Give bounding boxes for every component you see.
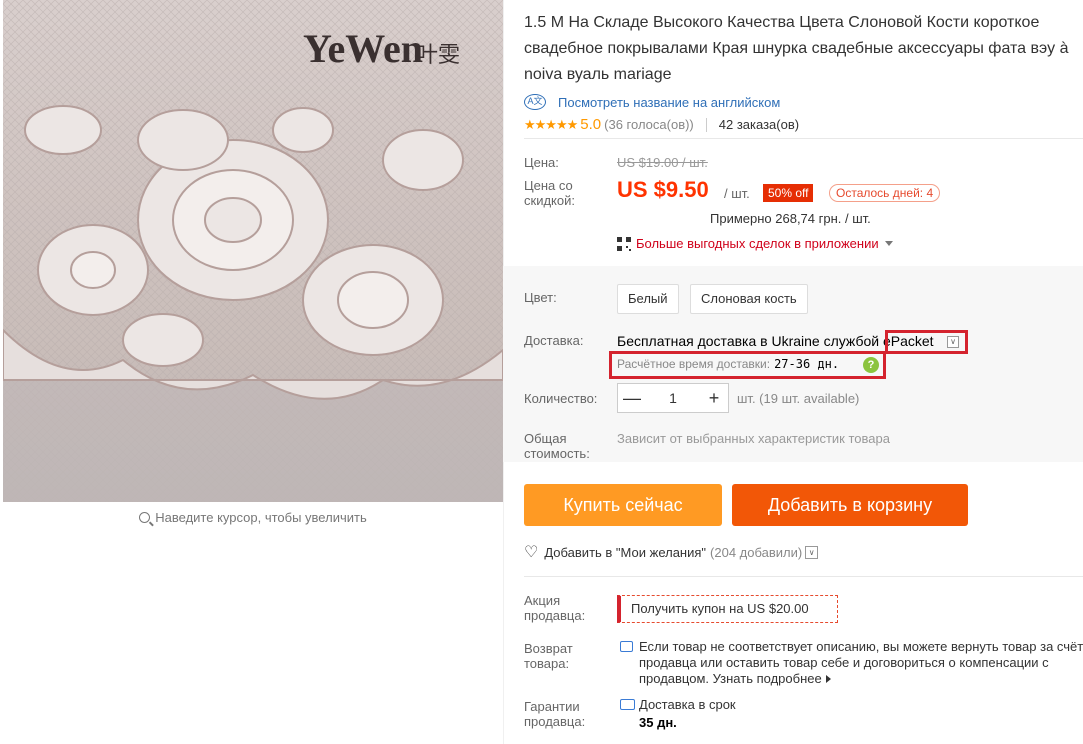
english-title-link[interactable]: A文 Посмотреть название на английском [524,94,1083,110]
rating-votes-link[interactable]: (36 голоса(ов)) [604,117,694,132]
wishlist-count: (204 добавили) [710,544,803,560]
guarantee-label: Гарантии продавца: [524,699,586,729]
total-note: Зависит от выбранных характеристик товар… [617,431,890,446]
price-unit: / шт. [724,186,750,201]
heart-plus-icon: ♡ [524,544,539,561]
color-option-ivory[interactable]: Слоновая кость [690,284,808,314]
quantity-input[interactable]: 1 [646,390,700,406]
return-label: Возврат товара: [524,641,573,671]
chevron-down-icon[interactable]: ∨ [805,545,819,559]
quantity-stepper: — 1 + [617,383,729,413]
learn-more-link[interactable]: Узнать подробнее [713,671,831,686]
guarantee-days: 35 дн. [639,715,677,730]
seller-promo-label: Акция продавца: [524,593,586,623]
brand-logo-cjk: 叶雯 [416,43,460,68]
quantity-decrease-button[interactable]: — [618,388,646,409]
product-info: 1.5 М На Складе Высокого Качества Цвета … [524,0,1083,133]
old-price: US $19.00 / шт. [617,155,708,170]
shipping-dropdown-icon[interactable]: ∨ [947,336,959,348]
coupon-button[interactable]: Получить купон на US $20.00 [617,595,838,623]
product-image[interactable]: YeWen 叶雯 [3,0,503,502]
total-label: Общая стоимость: [524,431,590,461]
return-policy-text: Если товар не соответствует описанию, вы… [639,639,1083,686]
qr-code-icon [617,236,631,251]
approx-price: Примерно 268,74 грн. / шт. [710,211,871,226]
buy-now-button[interactable]: Купить сейчас [524,484,722,526]
color-label: Цвет: [524,290,557,305]
shipping-label: Доставка: [524,333,584,348]
price-label: Цена: [524,155,559,170]
separator [705,117,707,132]
rating-value: 5.0 [580,116,602,133]
product-title: 1.5 М На Складе Высокого Качества Цвета … [524,14,1069,83]
rating-stars-icon: ★★★★★ [524,116,578,132]
on-time-delivery: Доставка в срок [639,697,736,712]
return-policy-icon [620,641,633,652]
discount-badge: 50% off [763,184,814,202]
app-deals-link[interactable]: Больше выгодных сделок в приложении [617,236,893,251]
wishlist-link[interactable]: ♡ Добавить в "Мои желания" (204 добавили… [524,542,819,562]
color-option-white[interactable]: Белый [617,284,679,314]
arrow-right-icon [825,675,831,683]
orders-count: 42 заказа(ов) [718,117,800,132]
divider [524,576,1083,577]
brand-logo: YeWen [303,26,423,71]
discount-price-label: Цена со скидкой: [524,178,575,208]
quantity-available: шт. (19 шт. available) [737,391,860,406]
translate-icon: A文 [524,94,546,110]
quantity-increase-button[interactable]: + [700,388,728,409]
zoom-hint: Наведите курсор, чтобы увеличить [3,510,503,525]
truck-icon [620,699,635,710]
quantity-label: Количество: [524,391,598,406]
days-left-badge: Осталось дней: 4 [829,184,941,202]
chevron-down-icon [884,241,893,246]
add-to-cart-button[interactable]: Добавить в корзину [732,484,968,526]
divider [524,138,1083,139]
delivery-estimate: Расчётное время доставки: 27-36 дн. [617,357,840,371]
rating-row: ★★★★★ 5.0 (36 голоса(ов)) 42 заказа(ов) [524,116,1083,133]
magnifier-icon [139,512,151,523]
current-price: US $9.50 [617,177,709,202]
delivery-days: 27-36 дн. [774,357,840,371]
help-icon[interactable]: ? [863,357,879,373]
